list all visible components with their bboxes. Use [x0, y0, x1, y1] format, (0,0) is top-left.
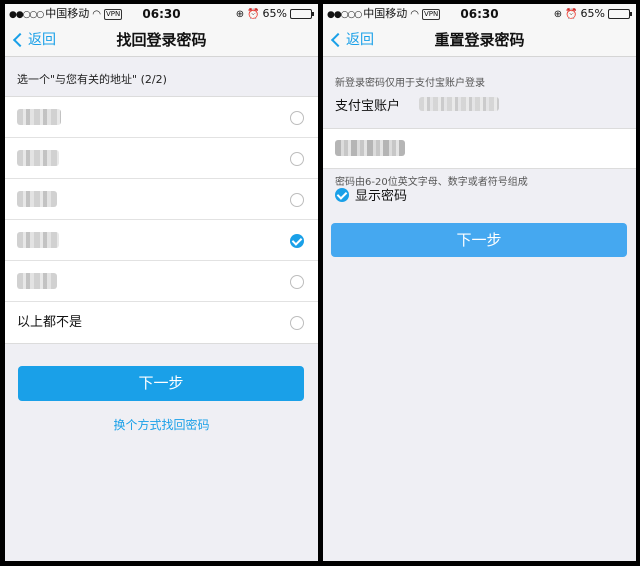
- radio-checked-icon: [290, 234, 304, 248]
- chevron-left-icon: [12, 32, 28, 48]
- address-redacted: [17, 109, 61, 125]
- alarm-icon: ⏰: [247, 9, 260, 20]
- battery-percent: 65%: [580, 7, 605, 20]
- address-option[interactable]: [5, 138, 318, 179]
- chevron-left-icon: [330, 32, 346, 48]
- screen-recover-password: ●●○○○ 中国移动 ◠ VPN 06:30 ⊕ ⏰ 65% 返回 找回登录密码 选一个"…: [5, 4, 318, 561]
- alarm-icon: ⏰: [565, 9, 578, 20]
- address-option[interactable]: [5, 261, 318, 302]
- address-option[interactable]: [5, 179, 318, 220]
- address-redacted: [17, 150, 59, 166]
- rotation-lock-icon: ⊕: [553, 9, 563, 20]
- radio-empty-icon: [290, 111, 304, 125]
- option-label: 以上都不是: [17, 315, 83, 330]
- account-hint: 新登录密码仅用于支付宝账户登录: [335, 78, 485, 89]
- account-value-redacted: [419, 97, 499, 111]
- battery-icon: [290, 9, 314, 19]
- back-label: 返回: [346, 32, 374, 48]
- address-redacted: [17, 232, 59, 248]
- battery-percent: 65%: [262, 7, 287, 20]
- radio-empty-icon: [290, 152, 304, 166]
- screen-reset-password: ●●○○○ 中国移动 ◠ VPN 06:30 ⊕ ⏰ 65% 返回 重置登录密码 新登录密…: [323, 4, 636, 561]
- next-button[interactable]: 下一步: [331, 223, 627, 257]
- alternate-method-link[interactable]: 换个方式找回密码: [5, 416, 318, 433]
- account-section: [323, 58, 636, 127]
- address-option[interactable]: [5, 220, 318, 261]
- radio-empty-icon: [290, 275, 304, 289]
- address-option[interactable]: [5, 97, 318, 138]
- address-option-list: 以上都不是: [5, 96, 318, 344]
- address-redacted: [17, 273, 57, 289]
- status-bar: ●●○○○ 中国移动 ◠ VPN 06:30 ⊕ ⏰ 65%: [323, 4, 636, 24]
- show-password-label: 显示密码: [355, 189, 408, 204]
- password-rule-hint: 密码由6-20位英文字母、数字或者符号组成: [335, 177, 528, 188]
- back-button[interactable]: 返回: [330, 24, 374, 57]
- back-label: 返回: [28, 32, 56, 48]
- account-label: 支付宝账户: [335, 99, 401, 114]
- question-caption: 选一个"与您有关的地址" (2/2): [17, 73, 167, 86]
- address-option[interactable]: 以上都不是: [5, 302, 318, 343]
- radio-empty-icon: [290, 316, 304, 330]
- nav-bar: 返回 重置登录密码: [323, 24, 636, 57]
- checkmark-circle-icon: [335, 188, 349, 202]
- next-button[interactable]: 下一步: [18, 366, 304, 401]
- address-redacted: [17, 191, 57, 207]
- radio-empty-icon: [290, 193, 304, 207]
- nav-bar: 返回 找回登录密码: [5, 24, 318, 57]
- battery-icon: [608, 9, 632, 19]
- show-password-toggle[interactable]: 显示密码: [335, 188, 407, 206]
- new-password-input[interactable]: [335, 140, 405, 156]
- status-bar: ●●○○○ 中国移动 ◠ VPN 06:30 ⊕ ⏰ 65%: [5, 4, 318, 24]
- back-button[interactable]: 返回: [12, 24, 56, 57]
- rotation-lock-icon: ⊕: [235, 9, 245, 20]
